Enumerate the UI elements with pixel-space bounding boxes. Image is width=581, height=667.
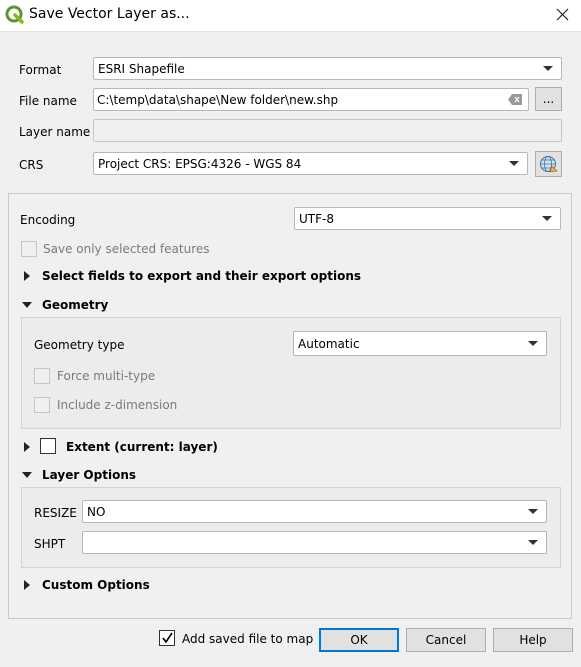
format-value: ESRI Shapefile xyxy=(98,62,185,76)
cancel-button[interactable]: Cancel xyxy=(406,628,486,652)
expand-arrow-icon[interactable] xyxy=(24,442,30,452)
custom-options-title: Custom Options xyxy=(42,578,150,592)
save-selected-label: Save only selected features xyxy=(43,242,210,256)
geometry-type-label: Geometry type xyxy=(34,338,125,352)
chevron-down-icon xyxy=(528,341,538,346)
add-to-map-label: Add saved file to map xyxy=(182,632,314,646)
save-selected-checkbox[interactable] xyxy=(21,241,37,257)
globe-crs-icon xyxy=(540,156,558,173)
encoding-select[interactable]: UTF-8 xyxy=(294,207,561,230)
force-multi-checkbox[interactable] xyxy=(34,368,50,384)
ok-button[interactable]: OK xyxy=(319,628,399,652)
crs-value: Project CRS: EPSG:4326 - WGS 84 xyxy=(98,157,302,171)
checkmark-icon xyxy=(162,632,173,644)
qgis-logo-icon xyxy=(5,5,24,24)
help-button[interactable]: Help xyxy=(493,628,573,652)
extent-title: Extent (current: layer) xyxy=(66,440,218,454)
window-title: Save Vector Layer as... xyxy=(29,6,190,22)
crs-label: CRS xyxy=(19,158,44,172)
geometry-type-select[interactable]: Automatic xyxy=(293,331,547,356)
crs-select[interactable]: Project CRS: EPSG:4326 - WGS 84 xyxy=(93,152,528,175)
chevron-down-icon xyxy=(528,509,538,514)
collapse-arrow-icon[interactable] xyxy=(22,302,32,308)
layer-options-title: Layer Options xyxy=(42,468,137,482)
file-name-value: C:\temp\data\shape\New folder\new.shp xyxy=(97,93,339,107)
z-dimension-checkbox[interactable] xyxy=(34,397,50,413)
layer-name-field[interactable] xyxy=(93,119,562,142)
layer-name-label: Layer name xyxy=(19,125,91,139)
encoding-label: Encoding xyxy=(20,213,76,227)
browse-button[interactable]: ... xyxy=(535,87,562,111)
title-bar: Save Vector Layer as... xyxy=(0,0,581,31)
chevron-down-icon xyxy=(543,66,553,71)
extent-checkbox[interactable] xyxy=(40,438,56,454)
z-dimension-label: Include z-dimension xyxy=(57,398,178,412)
encoding-value: UTF-8 xyxy=(299,212,334,226)
crs-selector-button[interactable] xyxy=(535,151,562,177)
chevron-down-icon xyxy=(528,540,538,545)
select-fields-title: Select fields to export and their export… xyxy=(42,269,362,283)
resize-label: RESIZE xyxy=(34,506,77,520)
close-icon[interactable] xyxy=(549,3,575,27)
geometry-type-value: Automatic xyxy=(298,337,360,351)
shpt-select[interactable] xyxy=(82,531,547,554)
resize-select[interactable]: NO xyxy=(82,500,547,523)
shpt-label: SHPT xyxy=(34,537,66,551)
geometry-title: Geometry xyxy=(42,298,109,312)
format-label: Format xyxy=(19,63,62,77)
add-to-map-checkbox[interactable] xyxy=(159,630,175,646)
format-select[interactable]: ESRI Shapefile xyxy=(93,57,562,80)
clear-field-icon[interactable] xyxy=(508,94,522,105)
force-multi-label: Force multi-type xyxy=(57,369,156,383)
expand-arrow-icon[interactable] xyxy=(24,271,30,281)
chevron-down-icon xyxy=(542,216,552,221)
expand-arrow-icon[interactable] xyxy=(24,580,30,590)
file-name-field[interactable]: C:\temp\data\shape\New folder\new.shp xyxy=(93,88,529,111)
file-name-label: File name xyxy=(19,94,77,108)
collapse-arrow-icon[interactable] xyxy=(22,472,32,478)
resize-value: NO xyxy=(87,505,106,519)
chevron-down-icon xyxy=(509,161,519,166)
